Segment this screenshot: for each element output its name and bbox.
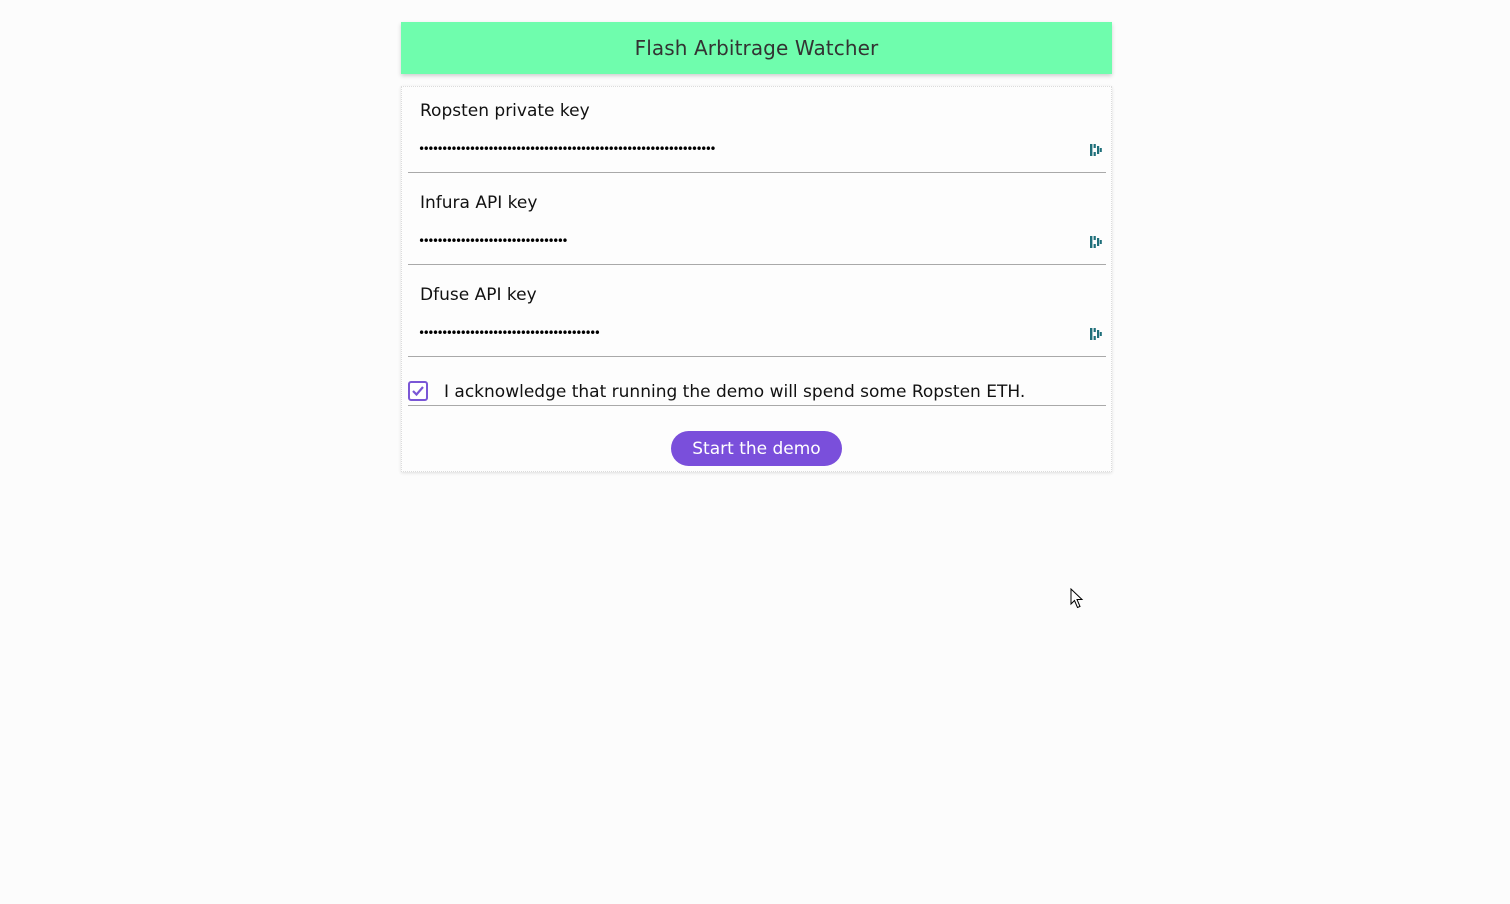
- eye-reveal-icon[interactable]: [1090, 327, 1102, 341]
- infura-api-key-field: Infura API key: [408, 179, 1106, 265]
- acknowledge-checkbox[interactable]: [408, 381, 428, 401]
- acknowledge-label: I acknowledge that running the demo will…: [444, 382, 1026, 402]
- app-header: Flash Arbitrage Watcher: [401, 22, 1112, 74]
- checkmark-icon: [412, 386, 424, 396]
- infura-api-key-input[interactable]: [418, 229, 1078, 253]
- dfuse-api-key-input[interactable]: [418, 321, 1078, 345]
- eye-reveal-icon[interactable]: [1090, 235, 1102, 249]
- mouse-pointer-icon: [1070, 588, 1084, 609]
- settings-form: Ropsten private key Infura API key Dfuse…: [401, 86, 1112, 472]
- dfuse-api-key-field: Dfuse API key: [408, 271, 1106, 357]
- page: Flash Arbitrage Watcher Ropsten private …: [0, 0, 1510, 904]
- ropsten-private-key-field: Ropsten private key: [408, 87, 1106, 173]
- eye-reveal-icon[interactable]: [1090, 143, 1102, 157]
- dfuse-api-key-label: Dfuse API key: [420, 285, 537, 305]
- infura-api-key-label: Infura API key: [420, 193, 538, 213]
- app-title: Flash Arbitrage Watcher: [634, 36, 879, 60]
- start-demo-button[interactable]: Start the demo: [671, 431, 842, 466]
- acknowledge-row: I acknowledge that running the demo will…: [408, 379, 1106, 406]
- ropsten-private-key-label: Ropsten private key: [420, 101, 590, 121]
- ropsten-private-key-input[interactable]: [418, 137, 1078, 161]
